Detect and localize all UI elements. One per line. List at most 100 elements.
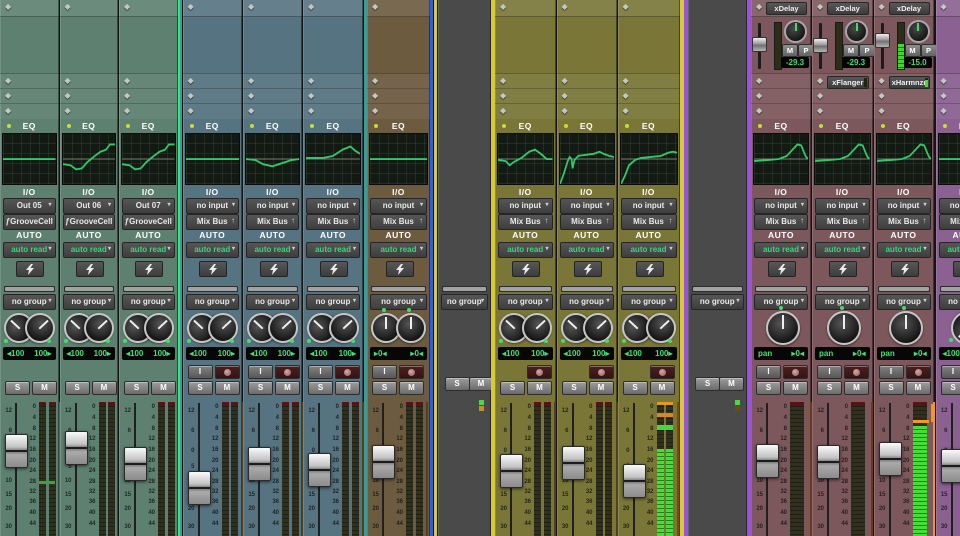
input-selector[interactable]: no input▾ <box>754 198 808 214</box>
insert-slot-c[interactable]: ◆ <box>874 88 934 104</box>
mute-button[interactable]: M <box>589 381 614 395</box>
eq-button[interactable]: EQ <box>751 121 811 131</box>
input-monitor-button[interactable]: I <box>817 365 842 379</box>
send-fader-cap[interactable] <box>752 37 767 52</box>
automation-mode-selector[interactable]: auto read▾ <box>877 242 931 258</box>
pan-value-display[interactable]: pan▸0◂ <box>815 347 870 360</box>
record-arm-button[interactable] <box>527 365 552 379</box>
eq-curve-display[interactable] <box>814 133 871 185</box>
mute-button[interactable]: M <box>215 381 240 395</box>
mute-button[interactable]: M <box>650 381 675 395</box>
record-arm-button[interactable] <box>906 365 931 379</box>
output-selector[interactable]: Mix Bus↑ <box>306 214 360 230</box>
eq-curve-display[interactable] <box>876 133 932 185</box>
pan-knob-right[interactable] <box>515 307 557 349</box>
insert-slot-d[interactable]: ◆ <box>0 103 59 119</box>
insert-slot-a[interactable]: ◆ <box>183 0 243 17</box>
insert-slot-a[interactable]: ◆ xDelay <box>812 0 873 17</box>
pan-knob-left[interactable] <box>827 311 861 345</box>
insert-slot-d[interactable]: ◆ <box>243 103 302 119</box>
elastic-audio-button[interactable] <box>199 261 227 277</box>
elastic-audio-button[interactable] <box>953 261 960 277</box>
elastic-audio-button[interactable] <box>16 261 44 277</box>
insert-slot-a[interactable]: ◆ <box>0 0 59 17</box>
insert-slot-a[interactable]: ◆ xDelay <box>751 0 811 17</box>
group-color-bar[interactable] <box>499 286 552 292</box>
insert-slot-b[interactable]: ◆ <box>243 73 302 89</box>
pan-knob-right[interactable] <box>639 307 681 349</box>
group-color-bar[interactable] <box>878 286 930 292</box>
eq-curve-display[interactable] <box>305 133 361 185</box>
eq-curve-display[interactable] <box>497 133 554 185</box>
solo-button[interactable]: S <box>623 381 648 395</box>
insert-slot-b[interactable]: ◆ <box>183 73 243 89</box>
solo-button[interactable]: S <box>372 381 397 395</box>
mute-button[interactable]: M <box>906 381 931 395</box>
group-selector[interactable]: no group▾ <box>498 294 553 310</box>
insert-slot-b[interactable]: ◆ <box>303 73 363 89</box>
group-selector[interactable]: no group▾ <box>63 294 116 310</box>
group-color-bar[interactable] <box>4 286 55 292</box>
input-selector[interactable]: no input▾ <box>939 198 960 214</box>
insert-plugin-button[interactable]: xDelay <box>827 2 869 15</box>
pan-value-display[interactable]: pan▸0◂ <box>877 347 931 360</box>
eq-button[interactable]: EQ <box>243 121 302 131</box>
fader-cap[interactable] <box>372 445 395 479</box>
pan-value-display[interactable]: ▸0◂▸0◂ <box>370 347 427 360</box>
insert-slot-d[interactable]: ◆ <box>618 103 680 119</box>
send-pan-knob[interactable] <box>784 20 807 43</box>
insert-slot-b[interactable]: ◆ <box>936 73 960 89</box>
fader-track[interactable] <box>198 403 200 536</box>
mute-button[interactable]: M <box>399 381 424 395</box>
insert-slot-c[interactable]: ◆ <box>303 88 363 104</box>
send-mute-button[interactable]: M <box>843 44 859 57</box>
pan-value-display[interactable]: ◂100100▸ <box>122 347 175 360</box>
fader-cap[interactable] <box>308 453 331 487</box>
group-selector[interactable]: no group▾ <box>246 294 299 310</box>
group-selector[interactable]: no group▾ <box>939 294 960 310</box>
output-selector[interactable]: Mix Bus↑ <box>877 214 931 230</box>
insert-slot-c[interactable]: ◆ <box>183 88 243 104</box>
automation-mode-selector[interactable]: auto read▾ <box>939 242 960 258</box>
group-color-bar[interactable] <box>187 286 239 292</box>
insert-slot-b[interactable]: ◆ <box>119 73 178 89</box>
mute-button[interactable]: M <box>469 377 494 391</box>
record-arm-button[interactable] <box>650 365 675 379</box>
pan-value-display[interactable]: ◂100100▸ <box>3 347 56 360</box>
insert-slot-a[interactable]: ◆ <box>303 0 363 17</box>
insert-slot-d[interactable]: ◆ <box>812 103 873 119</box>
send-pan-knob[interactable] <box>845 20 868 43</box>
group-color-bar[interactable] <box>561 286 613 292</box>
pan-knob-right[interactable] <box>323 307 365 349</box>
eq-button[interactable]: EQ <box>557 121 617 131</box>
solo-button[interactable]: S <box>445 377 470 391</box>
record-arm-button[interactable] <box>783 365 808 379</box>
insert-slot-d[interactable]: ◆ <box>183 103 243 119</box>
insert-slot-a[interactable]: ◆ xDelay <box>874 0 934 17</box>
solo-button[interactable]: S <box>817 381 842 395</box>
eq-curve-display[interactable] <box>753 133 809 185</box>
group-color-bar[interactable] <box>307 286 359 292</box>
mute-button[interactable]: M <box>151 381 176 395</box>
send-pre-button[interactable]: P <box>921 44 937 57</box>
input-monitor-button[interactable]: I <box>756 365 781 379</box>
automation-mode-selector[interactable]: auto read▾ <box>122 242 175 258</box>
group-color-bar[interactable] <box>123 286 174 292</box>
eq-button[interactable]: EQ <box>303 121 363 131</box>
solo-button[interactable]: S <box>65 381 90 395</box>
fader-track[interactable] <box>15 403 17 536</box>
group-selector[interactable]: no group▾ <box>122 294 175 310</box>
insert-slot-c[interactable]: ◆ <box>367 88 430 104</box>
pan-value-display[interactable]: pan▸0◂ <box>754 347 808 360</box>
group-color-bar[interactable] <box>64 286 115 292</box>
solo-button[interactable]: S <box>188 381 213 395</box>
mute-button[interactable]: M <box>92 381 117 395</box>
elastic-audio-button[interactable] <box>512 261 540 277</box>
insert-slot-a[interactable]: ◆ <box>936 0 960 17</box>
pan-value-display[interactable]: ◂100100▸ <box>560 347 614 360</box>
fader-cap[interactable] <box>879 442 902 476</box>
automation-mode-selector[interactable]: auto read▾ <box>815 242 870 258</box>
fader-cap[interactable] <box>623 464 646 498</box>
solo-button[interactable]: S <box>124 381 149 395</box>
input-monitor-button[interactable]: I <box>308 365 333 379</box>
